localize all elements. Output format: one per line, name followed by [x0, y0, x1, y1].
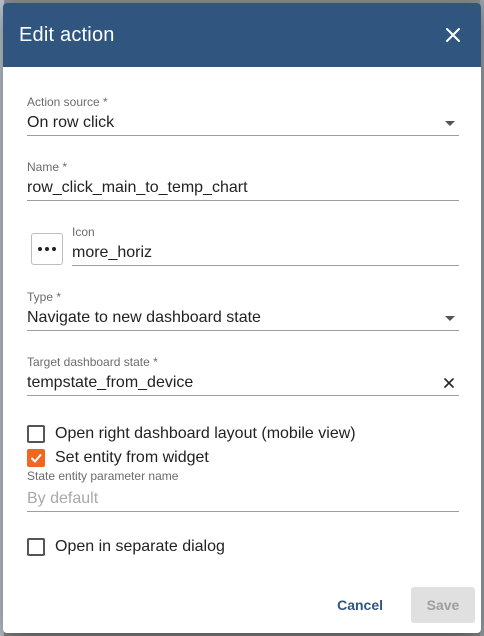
save-button[interactable]: Save — [411, 587, 475, 623]
checkbox-checked[interactable] — [27, 449, 45, 467]
dialog-title: Edit action — [19, 23, 115, 46]
icon-label: Icon — [72, 225, 95, 239]
chevron-down-icon — [445, 121, 455, 126]
dialog-actions: Cancel Save — [325, 587, 475, 623]
edit-action-dialog: Edit action Action source * On row click… — [3, 3, 481, 633]
target-state-input[interactable]: tempstate_from_device — [27, 371, 459, 396]
set-entity-label: Set entity from widget — [55, 449, 209, 466]
state-entity-param-input[interactable]: By default — [27, 487, 459, 512]
open-right-layout-label: Open right dashboard layout (mobile view… — [55, 425, 356, 442]
action-source-value[interactable]: On row click — [27, 111, 459, 136]
name-label: Name * — [27, 160, 68, 174]
icon-picker-button[interactable] — [31, 233, 63, 265]
name-field[interactable]: Name * row_click_main_to_temp_chart — [27, 160, 459, 201]
state-entity-param-placeholder: By default — [27, 490, 99, 507]
cancel-button[interactable]: Cancel — [325, 589, 395, 621]
open-right-layout-checkbox[interactable]: Open right dashboard layout (mobile view… — [27, 425, 356, 443]
action-source-select[interactable]: Action source * On row click — [27, 95, 459, 136]
checkbox-box[interactable] — [27, 425, 45, 443]
target-state-text: tempstate_from_device — [27, 374, 194, 391]
icon-field[interactable]: Icon more_horiz — [72, 225, 459, 266]
type-label: Type * — [27, 290, 62, 304]
name-input[interactable]: row_click_main_to_temp_chart — [27, 176, 459, 201]
dialog-header: Edit action — [3, 3, 481, 67]
open-separate-dialog-checkbox[interactable]: Open in separate dialog — [27, 538, 225, 556]
action-source-label: Action source * — [27, 95, 108, 109]
set-entity-checkbox[interactable]: Set entity from widget — [27, 449, 209, 467]
state-entity-param-field[interactable]: State entity parameter name By default — [27, 469, 459, 512]
target-state-field[interactable]: Target dashboard state * tempstate_from_… — [27, 355, 459, 396]
check-icon — [31, 454, 42, 463]
checkbox-box[interactable] — [27, 538, 45, 556]
close-icon[interactable] — [441, 23, 465, 47]
icon-text: more_horiz — [72, 244, 153, 261]
open-separate-dialog-label: Open in separate dialog — [55, 538, 225, 555]
state-entity-param-label: State entity parameter name — [27, 469, 179, 483]
chevron-down-icon — [445, 316, 455, 321]
target-state-label: Target dashboard state * — [27, 355, 158, 369]
type-value[interactable]: Navigate to new dashboard state — [27, 306, 459, 331]
clear-icon[interactable] — [443, 377, 455, 389]
type-text: Navigate to new dashboard state — [27, 309, 261, 326]
action-source-text: On row click — [27, 114, 115, 131]
type-select[interactable]: Type * Navigate to new dashboard state — [27, 290, 459, 331]
name-text: row_click_main_to_temp_chart — [27, 179, 248, 196]
more-horiz-icon — [38, 247, 56, 251]
icon-input[interactable]: more_horiz — [72, 241, 459, 266]
